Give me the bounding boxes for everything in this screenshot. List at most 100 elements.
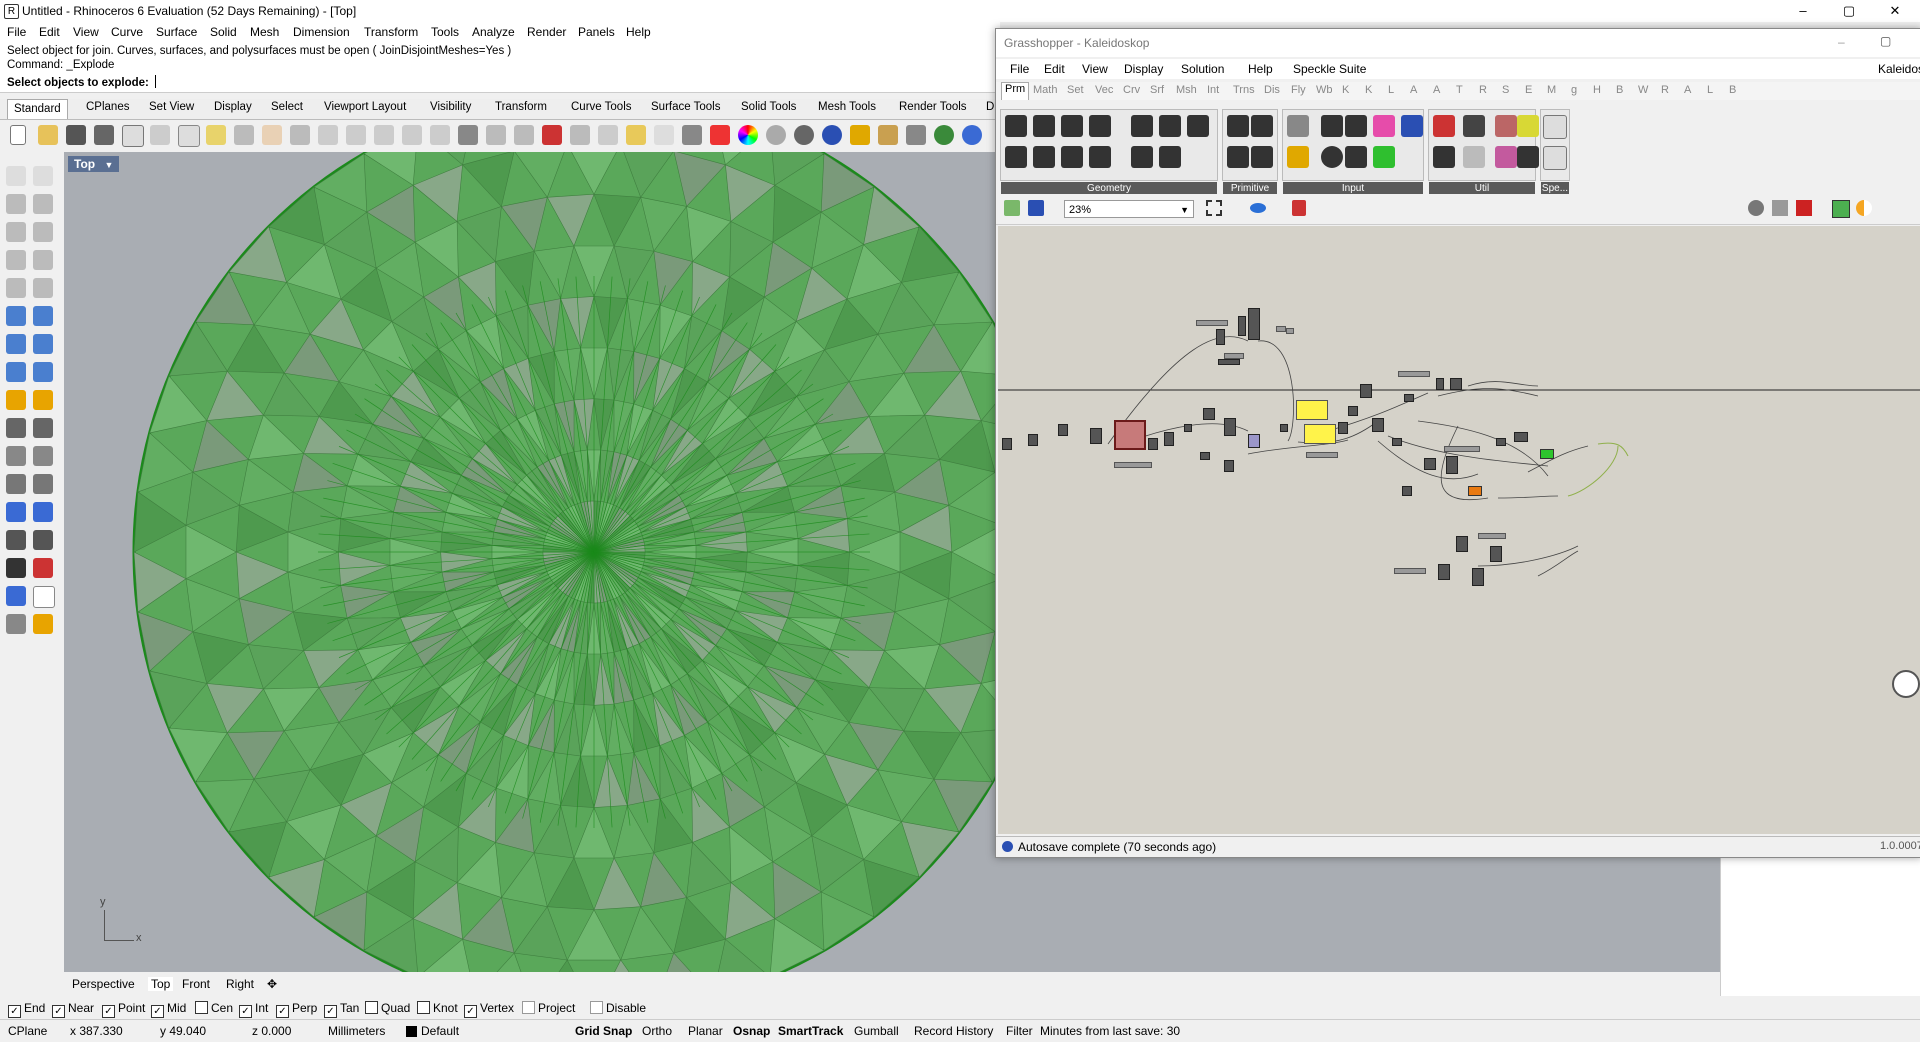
menu-panels[interactable]: Panels — [578, 25, 615, 39]
minimize-button[interactable]: – — [1780, 0, 1826, 22]
save-icon[interactable] — [66, 125, 86, 145]
tab-l2[interactable]: L — [1707, 84, 1713, 96]
save-file-icon[interactable] — [1028, 200, 1044, 216]
paste-icon[interactable] — [206, 125, 226, 145]
gh-slider[interactable] — [1306, 452, 1338, 458]
gh-menu-view[interactable]: View — [1082, 62, 1108, 76]
gh-component[interactable] — [1164, 432, 1174, 446]
close-button[interactable]: ✕ — [1872, 0, 1918, 22]
galapagos-icon[interactable] — [1517, 146, 1539, 168]
light-icon[interactable] — [850, 125, 870, 145]
gh-menu-file[interactable]: File — [1010, 62, 1029, 76]
tab-visibility[interactable]: Visibility — [430, 101, 471, 117]
status-filter[interactable]: Filter — [1006, 1024, 1033, 1038]
ellipse-icon[interactable] — [6, 278, 26, 298]
gh-orange-param[interactable] — [1468, 486, 1482, 496]
undo-view-icon[interactable] — [430, 125, 450, 145]
gh-yellow-panel[interactable] — [1296, 400, 1328, 420]
cherry-picker-icon[interactable] — [1433, 115, 1455, 137]
boolean-param-icon[interactable] — [1251, 115, 1273, 137]
osnap-near[interactable]: ✓ Near — [52, 1001, 94, 1018]
maximize-button[interactable]: ▢ — [1826, 0, 1872, 22]
menu-dimension[interactable]: Dimension — [293, 25, 350, 39]
open-file-icon[interactable] — [1004, 200, 1020, 216]
status-units[interactable]: Millimeters — [328, 1024, 385, 1038]
add-viewport-icon[interactable]: ✥ — [267, 977, 277, 991]
tab-g[interactable]: g — [1571, 84, 1577, 96]
tab-k1[interactable]: K — [1342, 84, 1349, 96]
sphere-icon[interactable] — [33, 334, 53, 354]
gh-slider[interactable] — [1196, 320, 1228, 326]
gh-menu-solution[interactable]: Solution — [1181, 62, 1224, 76]
zoom-window-icon[interactable] — [346, 125, 366, 145]
gh-component[interactable] — [1002, 438, 1012, 450]
tab-t[interactable]: T — [1456, 84, 1463, 96]
menu-render[interactable]: Render — [527, 25, 566, 39]
status-gumball[interactable]: Gumball — [854, 1024, 899, 1038]
gh-menu-edit[interactable]: Edit — [1044, 62, 1065, 76]
color-wheel-icon[interactable] — [738, 125, 758, 145]
gh-component[interactable] — [1216, 329, 1225, 345]
gh-slider[interactable] — [1114, 462, 1152, 468]
checkmark-icon[interactable] — [33, 586, 55, 608]
status-cplane[interactable]: CPlane — [8, 1024, 47, 1038]
gh-component[interactable] — [1280, 424, 1288, 432]
plane-param-icon[interactable] — [1089, 146, 1111, 168]
mesh-param-icon[interactable] — [1131, 115, 1153, 137]
zoom-dropdown[interactable]: 23% ▼ — [1064, 200, 1194, 218]
tab-math[interactable]: Math — [1033, 84, 1057, 96]
gh-component[interactable] — [1058, 424, 1068, 436]
tab-curve[interactable]: Crv — [1123, 84, 1140, 96]
menu-curve[interactable]: Curve — [111, 25, 143, 39]
box-icon[interactable] — [6, 334, 26, 354]
car-render-icon[interactable] — [542, 125, 562, 145]
gh-component[interactable] — [1450, 378, 1462, 390]
gh-component[interactable] — [1372, 418, 1384, 432]
osnap-project[interactable]: Project — [522, 1001, 575, 1015]
point-icon[interactable] — [33, 166, 53, 186]
gh-slider[interactable] — [1286, 328, 1294, 334]
command-prompt[interactable]: Select objects to explode: — [7, 75, 157, 89]
status-osnap[interactable]: Osnap — [733, 1024, 770, 1038]
text-icon[interactable] — [6, 586, 26, 606]
gh-component-selected[interactable] — [1248, 434, 1260, 448]
toggle-icon[interactable] — [1321, 115, 1343, 137]
menu-view[interactable]: View — [73, 25, 99, 39]
panel-icon[interactable] — [1345, 146, 1367, 168]
gh-component[interactable] — [1348, 406, 1358, 416]
layer-icon[interactable] — [626, 125, 646, 145]
gh-component[interactable] — [1496, 438, 1506, 446]
gh-component[interactable] — [1360, 384, 1372, 398]
tab-a1[interactable]: A — [1410, 84, 1417, 96]
data-dam-icon[interactable] — [1433, 146, 1455, 168]
gh-component[interactable] — [1404, 394, 1414, 402]
light-bulb-icon[interactable] — [654, 125, 674, 145]
tab-fly[interactable]: Fly — [1291, 84, 1306, 96]
wireframe-mode-icon[interactable] — [1772, 200, 1788, 216]
colour-swatch-icon[interactable] — [1373, 146, 1395, 168]
text-param-icon[interactable] — [1251, 146, 1273, 168]
gh-green-param[interactable] — [1540, 449, 1554, 459]
gh-component[interactable] — [1424, 458, 1436, 470]
flask-icon[interactable] — [1495, 146, 1517, 168]
loft-icon[interactable] — [33, 306, 53, 326]
gh-component[interactable] — [1200, 452, 1210, 460]
tab-h[interactable]: H — [1593, 84, 1601, 96]
grasshopper-canvas[interactable] — [998, 226, 1920, 834]
shaded-mode-icon[interactable] — [1796, 200, 1812, 216]
line-icon[interactable] — [33, 194, 53, 214]
number-param-icon[interactable] — [1227, 115, 1249, 137]
gh-component[interactable] — [1402, 486, 1412, 496]
measure-icon[interactable] — [570, 125, 590, 145]
osnap-cen[interactable]: Cen — [195, 1001, 233, 1015]
status-planar[interactable]: Planar — [688, 1024, 723, 1038]
tab-b2[interactable]: B — [1729, 84, 1736, 96]
tab-cplanes[interactable]: CPlanes — [86, 101, 129, 117]
zoom-selected-icon[interactable] — [402, 125, 422, 145]
menu-tools[interactable]: Tools — [431, 25, 459, 39]
osnap-disable[interactable]: Disable — [590, 1001, 646, 1015]
copy-icon[interactable] — [178, 125, 200, 147]
gh-component[interactable] — [1436, 378, 1444, 390]
tab-intersect[interactable]: Int — [1207, 84, 1219, 96]
gh-yellow-panel[interactable] — [1304, 424, 1336, 444]
